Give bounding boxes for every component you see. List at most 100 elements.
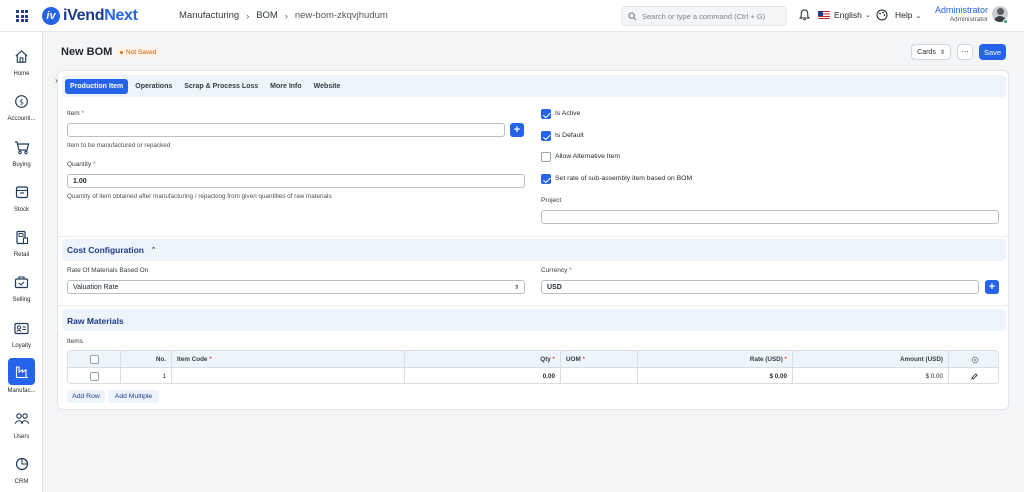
sidebar-item-retail[interactable]: Retail [0, 225, 43, 267]
svg-text:$: $ [19, 97, 24, 106]
row-rate[interactable]: $ 0.00 [638, 368, 793, 383]
help-label: Help [895, 10, 913, 20]
rate-materials-value: Valuation Rate [73, 283, 119, 291]
plus-icon: + [513, 123, 521, 136]
breadcrumb-bom[interactable]: BOM [256, 10, 278, 21]
sidebar-item-buying[interactable]: Buying [0, 135, 43, 177]
row-uom[interactable] [561, 368, 638, 383]
row-select-cell [68, 368, 121, 383]
app-logo[interactable]: iv iVendNext [42, 6, 138, 26]
item-help-text: Item to be manufactured or repacked [67, 142, 171, 149]
cost-configuration-title[interactable]: Cost Configuration ⌃ [67, 245, 157, 256]
cart-icon [9, 135, 35, 159]
project-input[interactable] [541, 210, 999, 224]
raw-materials-title[interactable]: Raw Materials [67, 316, 124, 326]
user-info[interactable]: Administrator Administrator [930, 5, 988, 24]
select-all-checkbox[interactable] [89, 355, 99, 364]
theme-palette-icon[interactable] [876, 9, 888, 21]
help-menu[interactable]: Help ⌄ [895, 10, 921, 20]
currency-label: Currency * [541, 267, 572, 274]
edit-pencil-icon[interactable] [971, 373, 978, 380]
save-button[interactable]: Save [979, 44, 1006, 60]
sidebar-item-selling[interactable]: Selling [0, 270, 43, 312]
row-checkbox[interactable] [89, 372, 99, 381]
sidebar-item-loyalty[interactable]: Loyalty [0, 316, 43, 358]
rate-materials-select[interactable]: Valuation Rate ⇕ [67, 280, 525, 294]
logo-text: iVendNext [63, 7, 138, 24]
retail-icon [9, 225, 35, 249]
cards-button[interactable]: Cards ⇕ [911, 44, 951, 60]
item-label: Item * [67, 110, 84, 117]
col-amount: Amount (USD) [793, 351, 949, 368]
sidebar-item-home[interactable]: Home [0, 44, 43, 86]
table-row[interactable]: 1 0.00 $ 0.00 $ 0.00 [68, 368, 998, 383]
select-arrows-icon: ⇕ [939, 49, 945, 56]
item-input[interactable] [67, 123, 505, 137]
set-rate-subassembly-checkbox[interactable] [541, 174, 551, 184]
language-label: English [834, 10, 862, 20]
sidebar-item-accounting[interactable]: $ Accounti... [0, 89, 43, 131]
tab-website[interactable]: Website [309, 79, 346, 94]
crm-icon [9, 452, 35, 476]
more-actions-button[interactable]: ··· [957, 44, 973, 60]
search-bar[interactable]: Search or type a command (Ctrl + G) [621, 6, 787, 26]
sidebar-item-label: Home [13, 71, 30, 77]
tab-production-item[interactable]: Production Item [65, 78, 129, 94]
quantity-help-text: Quantity of item obtained after manufact… [67, 193, 332, 200]
search-placeholder: Search or type a command (Ctrl + G) [642, 11, 766, 21]
sidebar-item-crm[interactable]: CRM [0, 452, 43, 492]
col-rate: Rate (USD) * [638, 351, 793, 368]
add-item-button[interactable]: + [510, 123, 524, 137]
gear-icon[interactable] [971, 356, 979, 364]
sidebar-item-manufacturing[interactable]: Manufac... [0, 358, 43, 400]
plus-icon: + [988, 280, 996, 293]
selling-icon [9, 270, 35, 294]
sidebar-item-label: Selling [12, 297, 31, 303]
sidebar-toggle-chevron-icon[interactable]: › [52, 74, 61, 86]
row-qty[interactable]: 0.00 [405, 368, 561, 383]
section-divider [58, 236, 1008, 237]
is-default-checkbox[interactable] [541, 131, 551, 141]
form-tabs: Production Item Operations Scrap & Proce… [62, 75, 1006, 97]
tab-more-info[interactable]: More Info [265, 79, 307, 94]
sidebar-item-users[interactable]: Users [0, 407, 43, 449]
tab-scrap-process-loss[interactable]: Scrap & Process Loss [179, 79, 263, 94]
add-row-button[interactable]: Add Row [67, 390, 105, 403]
col-uom: UOM * [561, 351, 638, 368]
online-status-icon [1003, 19, 1008, 24]
cost-configuration-header[interactable] [62, 239, 1006, 261]
raw-materials-header[interactable] [62, 309, 1006, 331]
column-settings-cell [949, 351, 998, 368]
quantity-input[interactable]: 1.00 [67, 174, 525, 188]
col-item-code: Item Code * [172, 351, 405, 368]
box-icon [9, 180, 35, 204]
row-item-code[interactable] [172, 368, 405, 383]
is-default-label: Is Default [555, 132, 584, 139]
notification-bell-icon[interactable] [799, 9, 810, 21]
chevron-down-icon: ⌄ [915, 13, 922, 20]
breadcrumb-manufacturing[interactable]: Manufacturing [179, 10, 239, 21]
logo-mark-icon: iv [42, 7, 60, 25]
items-table: No. Item Code * Qty * UOM * Rate (USD) *… [67, 350, 999, 384]
table-header-row: No. Item Code * Qty * UOM * Rate (USD) *… [68, 351, 998, 368]
users-icon [9, 407, 35, 431]
factory-icon [8, 358, 35, 385]
sidebar-item-stock[interactable]: Stock [0, 180, 43, 222]
add-currency-button[interactable]: + [985, 280, 999, 294]
loyalty-icon [9, 316, 35, 340]
tab-operations[interactable]: Operations [130, 79, 177, 94]
search-icon [628, 11, 637, 20]
sidebar-item-label: CRM [14, 479, 29, 485]
quantity-label: Quantity * [67, 161, 96, 168]
sidebar-item-label: Buying [12, 162, 31, 168]
col-qty: Qty * [405, 351, 561, 368]
breadcrumb: Manufacturing › BOM › new-bom-zkqvjhudum [179, 10, 388, 21]
sidebar-item-label: Stock [13, 207, 29, 213]
is-active-checkbox[interactable] [541, 109, 551, 119]
is-active-label: Is Active [555, 110, 581, 117]
allow-alternative-item-checkbox[interactable] [541, 152, 551, 162]
app-grid-icon[interactable] [16, 10, 28, 22]
add-multiple-button[interactable]: Add Multiple [108, 390, 159, 403]
language-selector[interactable]: English ⌄ [818, 10, 871, 20]
currency-input[interactable]: USD [541, 280, 979, 294]
